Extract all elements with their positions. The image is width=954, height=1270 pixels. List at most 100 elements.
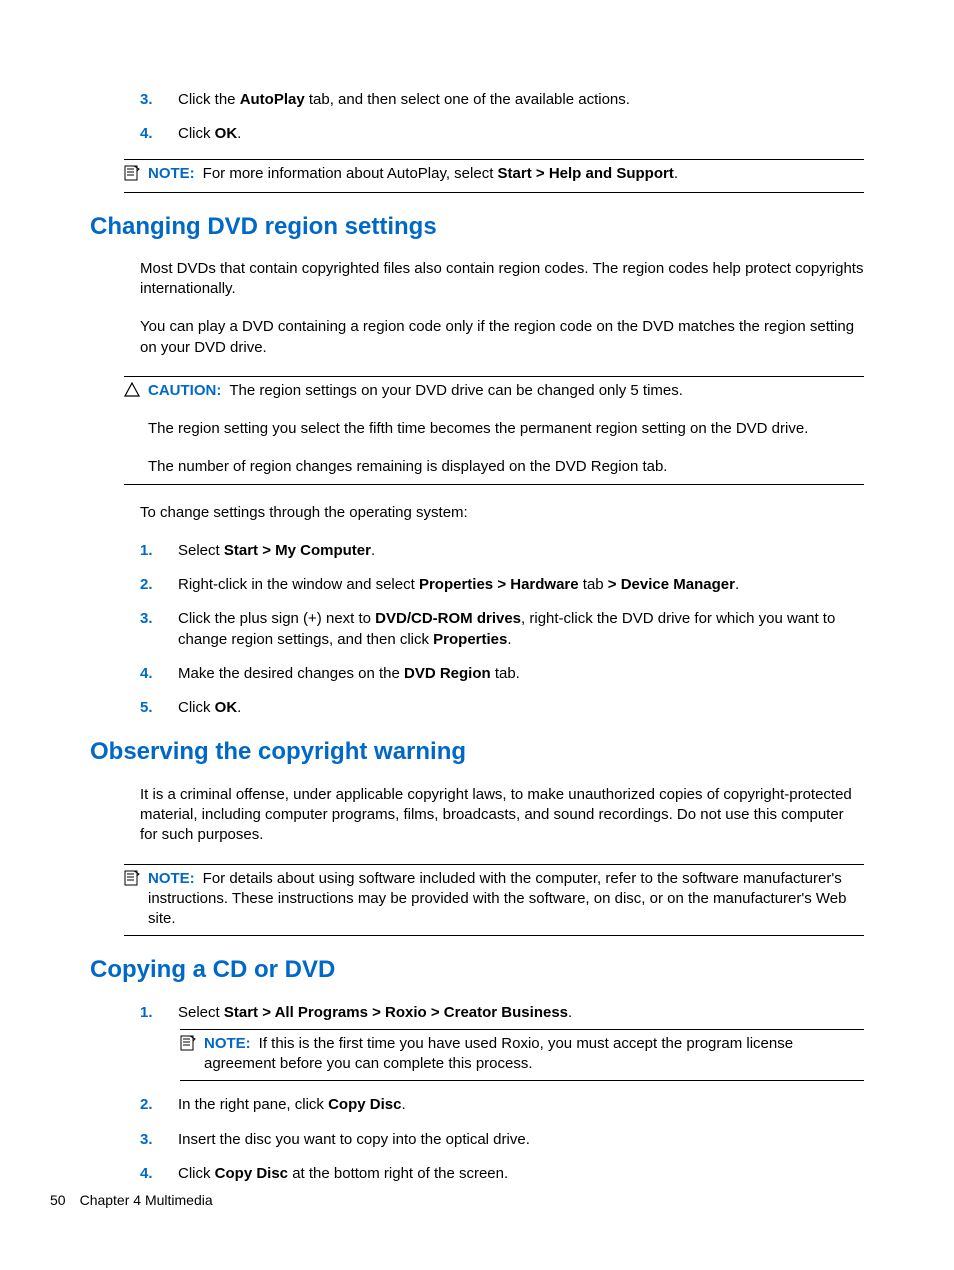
text: Make the desired changes on the: [178, 665, 404, 682]
note-body: NOTE:If this is the first time you have …: [204, 1034, 864, 1075]
list-item: 2. In the right pane, click Copy Disc.: [140, 1095, 864, 1115]
bold-text: DVD/CD-ROM drives: [375, 610, 521, 627]
list-item: 3. Insert the disc you want to copy into…: [140, 1130, 864, 1150]
note-icon: [124, 869, 148, 891]
note-label: NOTE:: [204, 1035, 251, 1052]
text: The number of region changes remaining i…: [148, 457, 864, 477]
bold-text: Copy Disc: [328, 1096, 401, 1113]
text: tab.: [491, 665, 520, 682]
paragraph: You can play a DVD containing a region c…: [140, 317, 864, 358]
note-label: NOTE:: [148, 870, 195, 887]
text: .: [568, 1004, 572, 1021]
text: .: [735, 576, 739, 593]
section-heading-dvd-region: Changing DVD region settings: [90, 211, 864, 243]
text: .: [237, 125, 241, 142]
list-text: Right-click in the window and select Pro…: [178, 575, 864, 595]
list-item: 4. Click Copy Disc at the bottom right o…: [140, 1164, 864, 1184]
paragraph: Most DVDs that contain copyrighted files…: [140, 259, 864, 300]
list-text: In the right pane, click Copy Disc.: [178, 1095, 864, 1115]
list-item: 1. Select Start > All Programs > Roxio >…: [140, 1003, 864, 1023]
ordered-list-copy: 1. Select Start > All Programs > Roxio >…: [140, 1003, 864, 1185]
bold-text: Start > Help and Support: [498, 165, 674, 182]
list-item: 5. Click OK.: [140, 698, 864, 718]
text: tab, and then select one of the availabl…: [305, 91, 630, 108]
text: .: [237, 699, 241, 716]
text: Click the: [178, 91, 240, 108]
note-callout: NOTE:If this is the first time you have …: [180, 1029, 864, 1082]
list-number: 2.: [140, 1095, 178, 1115]
list-item: 3. Click the AutoPlay tab, and then sele…: [140, 90, 864, 110]
list-number: 4.: [140, 1164, 178, 1184]
section-heading-copyright: Observing the copyright warning: [90, 736, 864, 768]
text: Select: [178, 542, 224, 559]
caution-icon: [124, 381, 148, 402]
list-number: 2.: [140, 575, 178, 595]
list-text: Click OK.: [178, 698, 864, 718]
list-text: Click OK.: [178, 124, 864, 144]
chapter-label: Chapter 4 Multimedia: [80, 1192, 213, 1208]
text: For more information about AutoPlay, sel…: [203, 165, 498, 182]
note-body: NOTE:For details about using software in…: [148, 869, 864, 930]
list-text: Click the plus sign (+) next to DVD/CD-R…: [178, 609, 864, 650]
text: If this is the first time you have used …: [204, 1035, 793, 1072]
list-number: 4.: [140, 664, 178, 684]
text: Click the plus sign (+) next to: [178, 610, 375, 627]
bold-text: DVD Region: [404, 665, 491, 682]
list-item: 4. Click OK.: [140, 124, 864, 144]
bold-text: AutoPlay: [240, 91, 305, 108]
text: .: [507, 631, 511, 648]
note-label: NOTE:: [148, 165, 195, 182]
text: Click: [178, 1165, 215, 1182]
bold-text: OK: [215, 699, 238, 716]
list-number: 1.: [140, 541, 178, 561]
list-item: 4. Make the desired changes on the DVD R…: [140, 664, 864, 684]
list-number: 3.: [140, 90, 178, 110]
note-callout: NOTE:For details about using software in…: [124, 864, 864, 937]
ordered-list-region: 1. Select Start > My Computer. 2. Right-…: [140, 541, 864, 719]
list-text: Click Copy Disc at the bottom right of t…: [178, 1164, 864, 1184]
note-icon: [180, 1034, 204, 1056]
text: .: [401, 1096, 405, 1113]
section-heading-copy: Copying a CD or DVD: [90, 954, 864, 986]
list-text: Select Start > My Computer.: [178, 541, 864, 561]
text: at the bottom right of the screen.: [288, 1165, 508, 1182]
note-icon: [124, 164, 148, 186]
list-text: Select Start > All Programs > Roxio > Cr…: [178, 1003, 864, 1023]
paragraph: To change settings through the operating…: [140, 503, 864, 523]
bold-text: OK: [215, 125, 238, 142]
text: tab: [579, 576, 608, 593]
list-number: 1.: [140, 1003, 178, 1023]
text: The region settings on your DVD drive ca…: [229, 382, 683, 399]
text: Select: [178, 1004, 224, 1021]
bold-text: Properties > Hardware: [419, 576, 579, 593]
caution-body: CAUTION: The region settings on your DVD …: [148, 381, 864, 478]
page-footer: 50 Chapter 4 Multimedia: [50, 1191, 213, 1210]
bold-text: Start > All Programs > Roxio > Creator B…: [224, 1004, 568, 1021]
list-number: 3.: [140, 1130, 178, 1150]
bold-text: Start > My Computer: [224, 542, 371, 559]
text: In the right pane, click: [178, 1096, 328, 1113]
page-number: 50: [50, 1192, 66, 1208]
text: Right-click in the window and select: [178, 576, 419, 593]
note-body: NOTE: For more information about AutoPlay…: [148, 164, 864, 184]
list-text: Insert the disc you want to copy into th…: [178, 1130, 864, 1150]
caution-callout: CAUTION: The region settings on your DVD …: [124, 376, 864, 485]
bold-text: > Device Manager: [608, 576, 735, 593]
paragraph: It is a criminal offense, under applicab…: [140, 785, 864, 846]
bold-text: Copy Disc: [215, 1165, 288, 1182]
list-item: 1. Select Start > My Computer.: [140, 541, 864, 561]
text: Click: [178, 125, 215, 142]
text: Click: [178, 699, 215, 716]
list-number: 4.: [140, 124, 178, 144]
list-text: Click the AutoPlay tab, and then select …: [178, 90, 864, 110]
text: For details about using software include…: [148, 870, 846, 928]
caution-label: CAUTION:: [148, 382, 221, 399]
list-item: 2. Right-click in the window and select …: [140, 575, 864, 595]
ordered-list-top: 3. Click the AutoPlay tab, and then sele…: [140, 90, 864, 145]
text: .: [674, 165, 678, 182]
list-number: 3.: [140, 609, 178, 650]
list-text: Make the desired changes on the DVD Regi…: [178, 664, 864, 684]
list-item: 3. Click the plus sign (+) next to DVD/C…: [140, 609, 864, 650]
bold-text: Properties: [433, 631, 507, 648]
text: The region setting you select the fifth …: [148, 419, 864, 439]
